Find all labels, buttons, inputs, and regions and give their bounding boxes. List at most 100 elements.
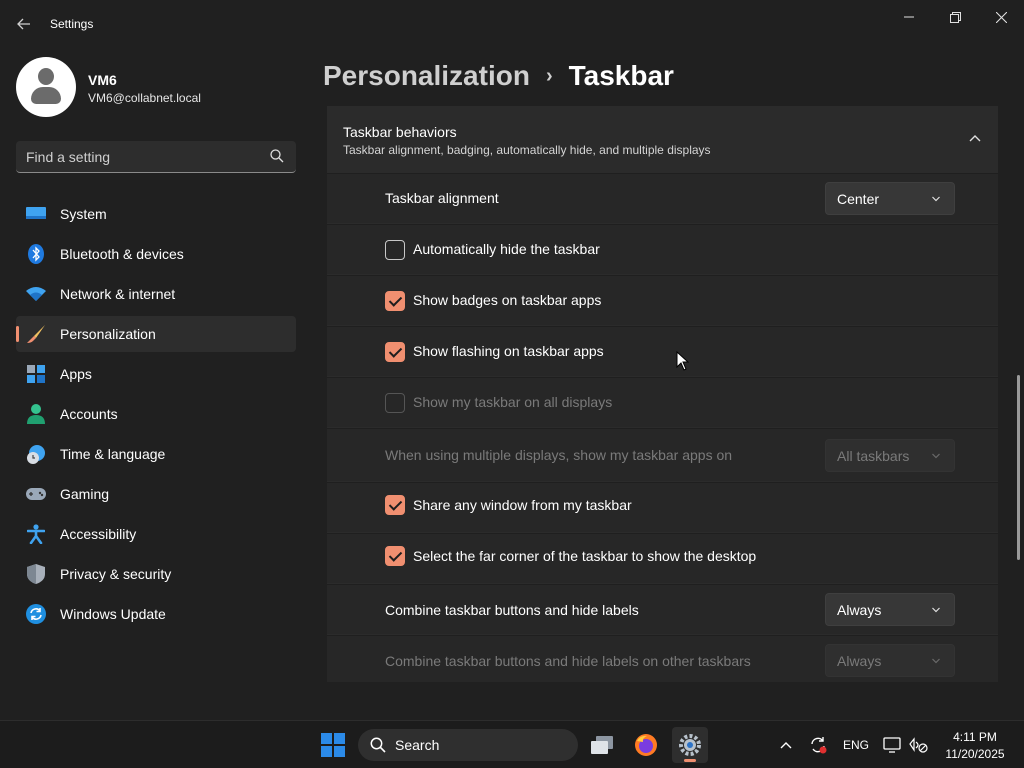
far-corner-checkbox[interactable] (385, 546, 405, 566)
all-displays-checkbox (385, 393, 405, 413)
app-title: Settings (50, 17, 94, 31)
share-window-checkbox[interactable] (385, 495, 405, 515)
title-bar: Settings (0, 0, 1024, 48)
search-icon (270, 149, 284, 163)
windows-start-icon[interactable] (321, 733, 345, 757)
avatar-head (38, 68, 54, 85)
row-label: Taskbar alignment (385, 190, 499, 206)
display-monitor-icon[interactable] (882, 735, 902, 755)
firefox-icon[interactable] (628, 727, 664, 763)
sidebar-item-label: Personalization (60, 326, 156, 342)
network-disconnected-icon[interactable] (908, 735, 928, 755)
sidebar-item-network[interactable]: Network & internet (16, 276, 296, 312)
profile-name: VM6 (88, 72, 117, 88)
search-input[interactable] (26, 147, 256, 167)
auto-hide-checkbox[interactable] (385, 240, 405, 260)
show-flashing-row: Show flashing on taskbar apps (327, 326, 998, 376)
combine-other-taskbars-row: Combine taskbar buttons and hide labels … (327, 635, 998, 682)
task-view-icon[interactable] (584, 727, 620, 763)
multi-display-apps-dropdown: All taskbars (825, 439, 955, 472)
taskbar-search[interactable]: Search (358, 729, 578, 761)
avatar[interactable] (16, 57, 76, 117)
dropdown-value: Always (837, 653, 882, 669)
maximize-button[interactable] (932, 4, 978, 30)
all-displays-row: Show my taskbar on all displays (327, 377, 998, 427)
checkbox-label[interactable]: Automatically hide the taskbar (413, 241, 600, 257)
show-badges-checkbox[interactable] (385, 291, 405, 311)
content-scrollbar[interactable] (1017, 375, 1020, 560)
chevron-down-icon (932, 658, 940, 664)
checkbox-label: Show my taskbar on all displays (413, 394, 613, 410)
clock-time[interactable]: 4:11 PM (944, 730, 1006, 744)
chevron-up-icon[interactable] (967, 133, 983, 145)
section-subtitle: Taskbar alignment, badging, automaticall… (343, 143, 711, 157)
sidebar-item-accessibility[interactable]: Accessibility (16, 516, 296, 552)
share-window-row: Share any window from my taskbar (327, 482, 998, 532)
sidebar-item-apps[interactable]: Apps (16, 356, 296, 392)
dropdown-value: All taskbars (837, 448, 910, 464)
chevron-down-icon (932, 453, 940, 459)
profile-email: VM6@collabnet.local (88, 91, 201, 105)
sync-status-icon[interactable] (808, 735, 828, 755)
checkbox-label[interactable]: Show flashing on taskbar apps (413, 343, 604, 359)
breadcrumb: Personalization › Taskbar (323, 58, 674, 94)
page-title: Taskbar (568, 60, 674, 91)
taskbar-behaviors-section: Taskbar behaviors Taskbar alignment, bad… (327, 106, 998, 682)
sidebar-item-system[interactable]: System (16, 196, 296, 232)
language-indicator[interactable]: ENG (840, 735, 872, 755)
sidebar-item-bluetooth[interactable]: Bluetooth & devices (16, 236, 296, 272)
sidebar-item-label: Time & language (60, 446, 166, 462)
chevron-down-icon (932, 196, 940, 202)
combine-other-taskbars-dropdown: Always (825, 644, 955, 677)
combine-buttons-dropdown[interactable]: Always (825, 593, 955, 626)
section-title: Taskbar behaviors (343, 124, 457, 140)
apps-icon (26, 365, 46, 383)
minimize-button[interactable] (886, 4, 932, 30)
sidebar-item-personalization[interactable]: Personalization (16, 316, 296, 352)
far-corner-row: Select the far corner of the taskbar to … (327, 533, 998, 583)
sidebar-item-accounts[interactable]: Accounts (16, 396, 296, 432)
sidebar-nav: System Bluetooth & devices Network & int… (16, 196, 296, 636)
sidebar-item-label: Apps (60, 366, 92, 382)
dropdown-value: Center (837, 191, 880, 207)
close-button[interactable] (978, 4, 1024, 30)
close-icon (995, 11, 1007, 23)
sync-icon (26, 604, 46, 624)
display-icon (26, 205, 46, 223)
clock-globe-icon (26, 445, 46, 464)
multi-display-apps-row: When using multiple displays, show my ta… (327, 428, 998, 481)
checkbox-label[interactable]: Select the far corner of the taskbar to … (413, 548, 756, 564)
back-button[interactable] (12, 12, 36, 36)
clock-date[interactable]: 11/20/2025 (940, 747, 1010, 761)
dropdown-value: Always (837, 602, 882, 618)
wifi-icon (26, 285, 46, 303)
taskbar-alignment-row: Taskbar alignment Center (327, 173, 998, 223)
sidebar-item-label: Accessibility (60, 526, 137, 542)
avatar-body (31, 87, 61, 104)
sidebar-item-windows-update[interactable]: Windows Update (16, 596, 296, 632)
show-badges-row: Show badges on taskbar apps (327, 275, 998, 325)
brush-icon (26, 325, 46, 343)
combine-buttons-row: Combine taskbar buttons and hide labels … (327, 584, 998, 634)
breadcrumb-parent[interactable]: Personalization (323, 60, 530, 92)
search-box[interactable] (16, 141, 296, 173)
section-header[interactable]: Taskbar behaviors Taskbar alignment, bad… (327, 106, 998, 172)
sidebar-item-label: System (60, 206, 107, 222)
sidebar-item-label: Privacy & security (60, 566, 172, 582)
maximize-icon (949, 11, 961, 23)
show-flashing-checkbox[interactable] (385, 342, 405, 362)
settings-gear-icon[interactable] (672, 727, 708, 763)
minimize-icon (904, 16, 914, 18)
sidebar-item-time-language[interactable]: Time & language (16, 436, 296, 472)
search-icon (370, 737, 386, 753)
taskbar-alignment-dropdown[interactable]: Center (825, 182, 955, 215)
show-hidden-icons-chevron-icon[interactable] (776, 735, 796, 755)
sidebar-item-gaming[interactable]: Gaming (16, 476, 296, 512)
row-label: Combine taskbar buttons and hide labels (385, 602, 639, 618)
person-icon (26, 404, 46, 424)
sidebar-item-privacy[interactable]: Privacy & security (16, 556, 296, 592)
checkbox-label[interactable]: Share any window from my taskbar (413, 497, 632, 513)
breadcrumb-separator: › (545, 64, 553, 87)
mouse-cursor-icon (676, 351, 690, 371)
checkbox-label[interactable]: Show badges on taskbar apps (413, 292, 601, 308)
